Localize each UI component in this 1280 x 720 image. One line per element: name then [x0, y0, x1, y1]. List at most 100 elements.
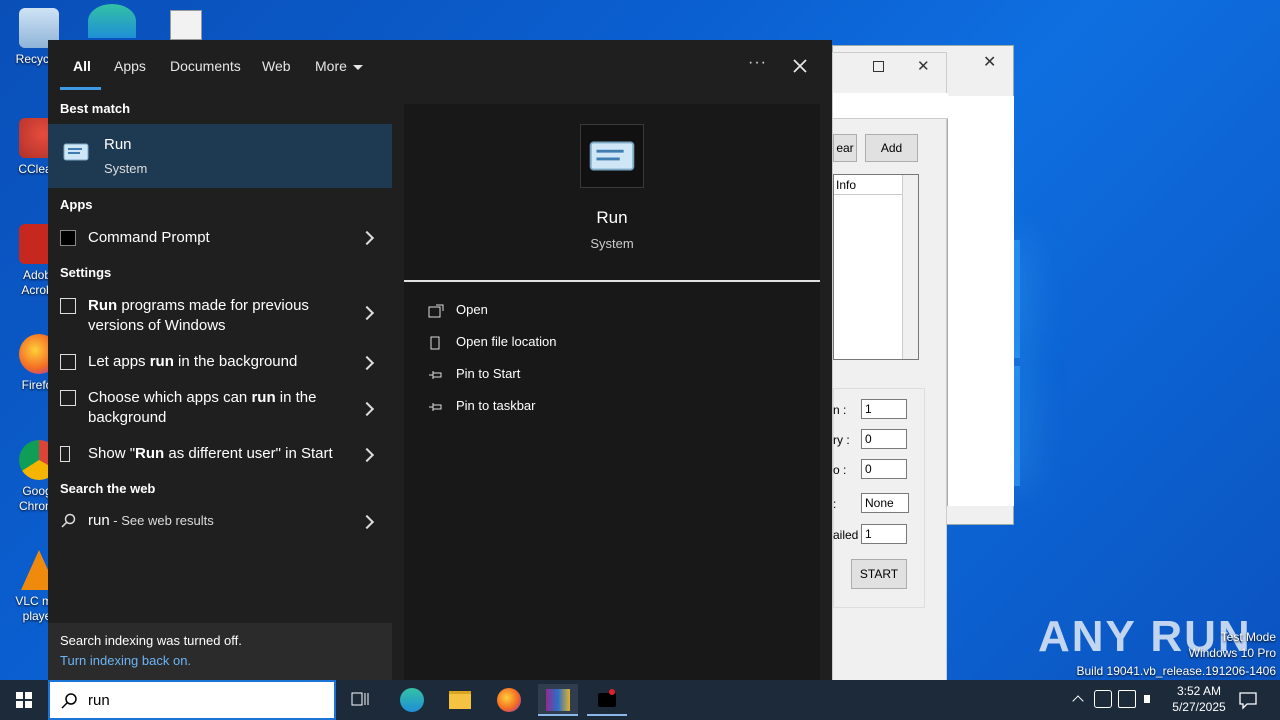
- section-heading-web: Search the web: [60, 481, 156, 496]
- start-button[interactable]: START: [851, 559, 907, 589]
- action-pin-to-start[interactable]: Pin to Start: [428, 366, 520, 382]
- volume-icon[interactable]: [1142, 690, 1160, 708]
- watermark-os: Windows 10 Pro: [1188, 646, 1276, 660]
- action-label: Open: [456, 302, 488, 317]
- indexing-message: Search indexing was turned off.: [60, 633, 242, 648]
- result-command-prompt[interactable]: Command Prompt: [48, 218, 392, 258]
- taskbar-clock[interactable]: 3:52 AM 5/27/2025: [1164, 683, 1234, 715]
- field-label: ry :: [833, 433, 850, 447]
- tab-more-label: More: [315, 58, 347, 74]
- list-scrollbar[interactable]: [902, 175, 918, 359]
- detail-title: Run: [596, 208, 628, 227]
- taskbar: run 3:52 AM 5/27/2025: [0, 680, 1280, 720]
- run-app-icon: [63, 143, 89, 161]
- failed-field[interactable]: 1: [861, 524, 907, 544]
- result-settings-run-as[interactable]: Show "Run as different user" in Start: [48, 438, 392, 470]
- background-apps-icon: [60, 390, 76, 406]
- windows-logo-wallpaper: [1010, 240, 1280, 486]
- retry-field[interactable]: 0: [861, 429, 907, 449]
- mode-select[interactable]: None: [861, 493, 909, 513]
- command-prompt-icon: [60, 230, 76, 246]
- taskbar-search-box[interactable]: run: [48, 680, 336, 720]
- watermark-mode: Test Mode: [1220, 630, 1276, 644]
- desktop-icon-document[interactable]: [170, 10, 202, 40]
- action-label: Pin to Start: [456, 366, 521, 381]
- field-label: o :: [833, 463, 847, 477]
- pin-icon: [429, 402, 442, 411]
- search-icon: [61, 513, 76, 528]
- tab-documents[interactable]: Documents: [170, 58, 241, 74]
- detail-divider: [404, 280, 820, 282]
- result-label-rest: in the background: [173, 353, 298, 370]
- chevron-right-icon: [359, 514, 375, 530]
- tab-apps[interactable]: Apps: [114, 58, 146, 74]
- chevron-down-icon: [352, 64, 363, 70]
- info-list[interactable]: Info: [833, 174, 919, 360]
- maximize-icon[interactable]: [873, 61, 884, 72]
- section-heading-apps: Apps: [60, 197, 93, 212]
- result-label-pre: Show ": [88, 445, 136, 462]
- detail-subtitle: System: [590, 236, 634, 251]
- action-open-file-location[interactable]: Open file location: [428, 334, 556, 350]
- show-hidden-icons-chevron[interactable]: [1070, 690, 1088, 708]
- tab-more[interactable]: More: [315, 58, 363, 74]
- action-label: Pin to taskbar: [456, 398, 536, 413]
- result-label-pre: Let apps: [88, 353, 150, 370]
- edge-icon[interactable]: [392, 684, 432, 716]
- best-match-title: Run: [104, 136, 132, 153]
- tray-app-icon[interactable]: [1094, 690, 1112, 708]
- desktop-icon-edge[interactable]: [88, 4, 136, 38]
- firefox-icon[interactable]: [489, 684, 529, 716]
- result-label: Command Prompt: [88, 229, 210, 246]
- result-label: Run programs made for previous versions …: [88, 296, 358, 336]
- close-icon[interactable]: ✕: [917, 57, 930, 75]
- tab-web[interactable]: Web: [262, 58, 291, 74]
- winrar-icon[interactable]: [538, 684, 578, 716]
- background-apps-icon: [60, 354, 76, 370]
- section-heading-settings: Settings: [60, 265, 112, 280]
- close-icon[interactable]: [786, 52, 814, 80]
- active-app-indicator: [587, 714, 627, 716]
- clear-button[interactable]: ear: [833, 134, 857, 162]
- recording-app-icon[interactable]: [587, 684, 627, 716]
- result-label-bold: run: [251, 389, 276, 406]
- best-match-subtitle: System: [104, 161, 148, 176]
- add-button[interactable]: Add: [865, 134, 918, 162]
- file-explorer-icon[interactable]: [440, 684, 480, 716]
- action-open[interactable]: Open: [428, 302, 488, 318]
- web-suffix: - See web results: [109, 513, 214, 528]
- task-view-icon[interactable]: [340, 684, 380, 716]
- watermark-build: Build 19041.vb_release.191206-1406: [1076, 664, 1277, 678]
- timeout-field[interactable]: 0: [861, 459, 907, 479]
- result-label: Choose which apps can run in the backgro…: [88, 388, 358, 428]
- action-pin-to-taskbar[interactable]: Pin to taskbar: [428, 398, 536, 414]
- search-icon: [61, 693, 77, 709]
- notifications-icon[interactable]: [1238, 690, 1258, 710]
- turn-indexing-on-link[interactable]: Turn indexing back on.: [60, 653, 191, 668]
- file-location-icon: [430, 336, 440, 350]
- section-heading-best-match: Best match: [60, 101, 131, 116]
- chevron-right-icon: [359, 305, 375, 321]
- more-options-button[interactable]: ···: [748, 54, 767, 72]
- result-label: run - See web results: [88, 511, 358, 531]
- count-field[interactable]: 1: [861, 399, 907, 419]
- result-label-rest: programs made for previous versions of W…: [88, 297, 309, 334]
- best-match-run[interactable]: Run System: [48, 124, 392, 188]
- indexing-notice: Search indexing was turned off. Turn ind…: [48, 623, 392, 680]
- start-search-panel: All Apps Documents Web More ··· Best mat…: [48, 40, 832, 680]
- network-icon[interactable]: [1118, 690, 1136, 708]
- result-settings-background[interactable]: Let apps run in the background: [48, 346, 392, 378]
- chevron-right-icon: [359, 355, 375, 371]
- field-label: ailed: [833, 528, 859, 542]
- web-query: run: [88, 512, 110, 529]
- result-settings-choose-apps[interactable]: Choose which apps can run in the backgro…: [48, 382, 392, 432]
- result-web-search[interactable]: run - See web results: [48, 504, 392, 540]
- active-app-indicator: [538, 714, 578, 716]
- clock-time: 3:52 AM: [1176, 684, 1222, 698]
- close-icon[interactable]: ✕: [983, 52, 996, 72]
- result-label: Let apps run in the background: [88, 352, 358, 372]
- windows-start-icon[interactable]: [0, 680, 48, 720]
- tab-all[interactable]: All: [73, 58, 91, 74]
- chevron-right-icon: [359, 401, 375, 417]
- result-settings-compat[interactable]: Run programs made for previous versions …: [48, 288, 392, 338]
